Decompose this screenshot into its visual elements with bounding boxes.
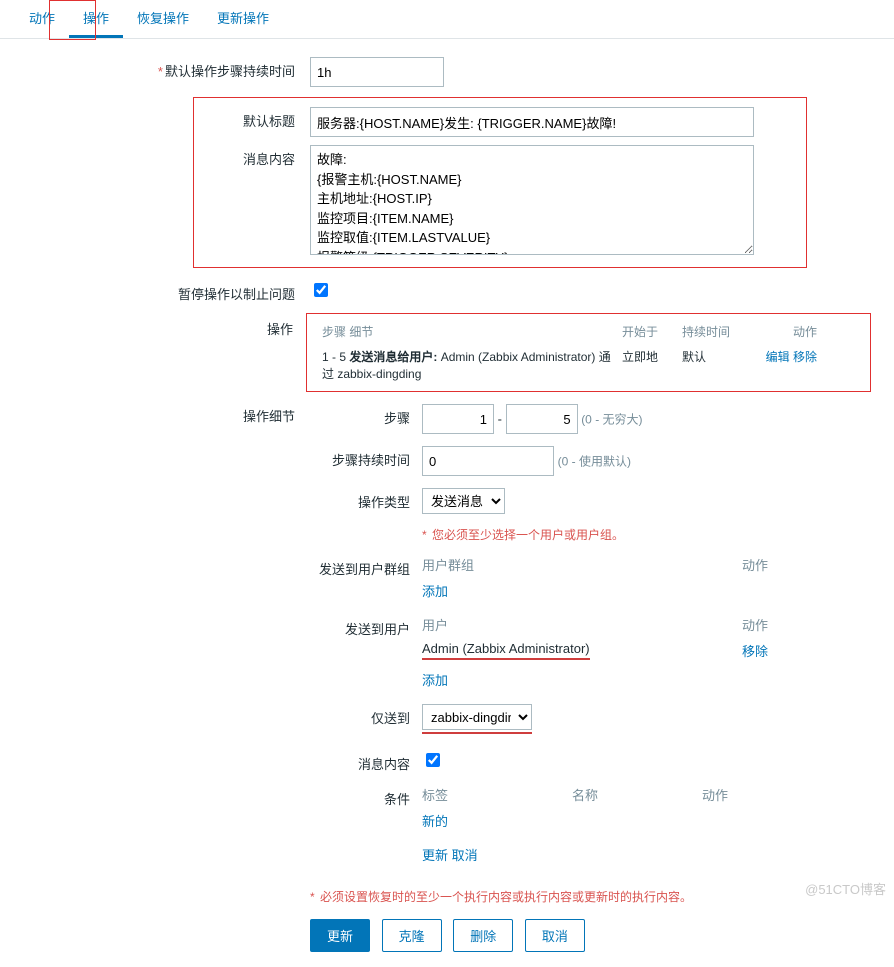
tab-operations[interactable]: 操作 bbox=[69, 0, 123, 38]
default-subject-label: 默认标题 bbox=[195, 107, 310, 130]
tab-bar: 动作 操作 恢复操作 更新操作 bbox=[0, 0, 894, 39]
update-button[interactable]: 更新 bbox=[310, 919, 370, 952]
step-duration-label: 步骤持续时间 bbox=[310, 446, 422, 469]
op-type-label: 操作类型 bbox=[310, 488, 422, 511]
op-details-label: 操作细节 bbox=[25, 402, 310, 425]
delete-button[interactable]: 删除 bbox=[453, 919, 513, 952]
tab-action[interactable]: 动作 bbox=[15, 0, 69, 38]
users-table: 用户动作 Admin (Zabbix Administrator)移除 添加 bbox=[422, 615, 802, 692]
operations-label: 操作 bbox=[25, 315, 308, 338]
tab-recovery[interactable]: 恢复操作 bbox=[123, 0, 203, 38]
msg-content-label: 消息内容 bbox=[310, 750, 422, 773]
send-only-to-select[interactable]: zabbix-dingding bbox=[422, 704, 532, 730]
steps-label: 步骤 bbox=[310, 404, 422, 427]
message-content-label: 消息内容 bbox=[195, 145, 310, 168]
step-duration-input[interactable] bbox=[422, 446, 554, 476]
default-subject-input[interactable] bbox=[310, 107, 754, 137]
conditions-table: 标签名称动作 新的 bbox=[422, 785, 802, 833]
detail-update-link[interactable]: 更新 bbox=[422, 848, 448, 863]
default-step-duration-input[interactable] bbox=[310, 57, 444, 87]
add-user-link[interactable]: 添加 bbox=[422, 670, 448, 689]
default-step-duration-label: *默认操作步骤持续时间 bbox=[25, 57, 310, 80]
message-content-textarea[interactable] bbox=[310, 145, 754, 255]
add-group-link[interactable]: 添加 bbox=[422, 581, 448, 600]
send-to-groups-label: 发送到用户群组 bbox=[310, 555, 422, 578]
send-to-users-label: 发送到用户 bbox=[310, 615, 422, 638]
pause-label: 暂停操作以制止问题 bbox=[25, 280, 310, 303]
pause-checkbox[interactable] bbox=[314, 283, 328, 297]
detail-cancel-link[interactable]: 取消 bbox=[452, 848, 478, 863]
op-type-select[interactable]: 发送消息 bbox=[422, 488, 505, 514]
conditions-label: 条件 bbox=[310, 785, 422, 808]
tab-update[interactable]: 更新操作 bbox=[203, 0, 283, 38]
send-only-to-label: 仅送到 bbox=[310, 704, 422, 727]
msg-content-checkbox[interactable] bbox=[426, 753, 440, 767]
recovery-warning: * 必须设置恢复时的至少一个执行内容或执行内容或更新时的执行内容。 bbox=[310, 888, 869, 905]
user-required-warning: * 您必须至少选择一个用户或用户组。 bbox=[422, 526, 624, 543]
step-to-input[interactable] bbox=[506, 404, 578, 434]
user-entry: Admin (Zabbix Administrator) bbox=[422, 641, 590, 660]
op-edit-link[interactable]: 编辑 bbox=[766, 350, 790, 364]
new-condition-link[interactable]: 新的 bbox=[422, 811, 448, 830]
remove-user-link[interactable]: 移除 bbox=[742, 644, 768, 659]
step-from-input[interactable] bbox=[422, 404, 494, 434]
op-remove-link[interactable]: 移除 bbox=[793, 350, 817, 364]
cancel-button[interactable]: 取消 bbox=[525, 919, 585, 952]
user-groups-table: 用户群组动作 添加 bbox=[422, 555, 802, 603]
clone-button[interactable]: 克隆 bbox=[382, 919, 442, 952]
operations-table: 步骤 细节 开始于 持续时间 动作 1 - 5 发送消息给用户: Admin (… bbox=[316, 319, 866, 386]
watermark: @51CTO博客 bbox=[805, 879, 886, 898]
operation-row: 1 - 5 发送消息给用户: Admin (Zabbix Administrat… bbox=[316, 344, 866, 386]
